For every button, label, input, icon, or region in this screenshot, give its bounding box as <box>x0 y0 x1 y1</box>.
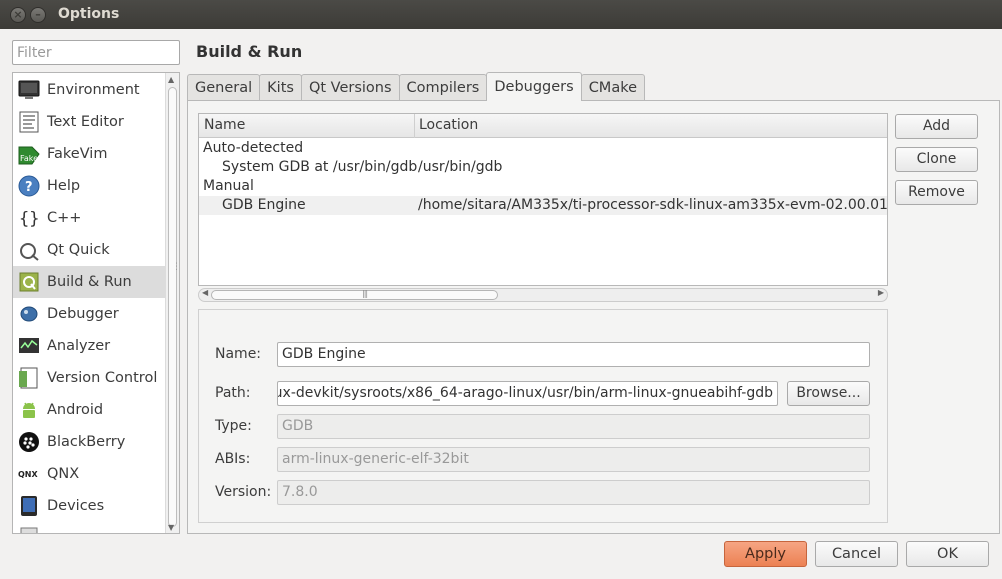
fakevim-icon: Fake <box>18 143 40 165</box>
category-item-qnx[interactable]: QNX QNX <box>13 458 165 490</box>
tab-general[interactable]: General <box>187 74 261 101</box>
tab-qt-versions[interactable]: Qt Versions <box>300 74 400 101</box>
scroll-left-icon[interactable]: ◀ <box>202 288 208 297</box>
debuggers-table: Name Location Auto-detected System GDB a… <box>198 113 888 286</box>
ok-button[interactable]: OK <box>906 541 989 567</box>
close-window-button[interactable]: × <box>10 7 26 23</box>
clone-button[interactable]: Clone <box>895 147 978 172</box>
path-label: Path: <box>215 385 251 401</box>
column-divider[interactable] <box>414 114 415 138</box>
category-item-cpp[interactable]: {} C++ <box>13 202 165 234</box>
table-row-group[interactable]: Manual <box>199 177 887 196</box>
tab-debuggers[interactable]: Debuggers <box>486 72 582 101</box>
analyzer-icon <box>18 335 40 357</box>
braces-icon: {} <box>18 207 40 229</box>
blackberry-icon <box>18 431 40 453</box>
table-row-group[interactable]: Auto-detected <box>199 139 887 158</box>
svg-text:Fake: Fake <box>20 154 38 163</box>
category-scroll-thumb[interactable] <box>168 87 177 527</box>
column-header-name[interactable]: Name <box>204 117 245 133</box>
version-label: Version: <box>215 484 272 500</box>
category-item-android[interactable]: Android <box>13 394 165 426</box>
qt-quick-icon <box>18 239 40 261</box>
title-bar: × – Options <box>0 0 1002 29</box>
name-label: Name: <box>215 346 262 362</box>
version-control-icon <box>18 367 40 389</box>
page-title: Build & Run <box>196 42 303 61</box>
build-run-icon <box>18 271 40 293</box>
type-label: Type: <box>215 418 252 434</box>
table-horizontal-scrollbar[interactable]: ◀ ||| ▶ <box>198 288 888 302</box>
tab-cmake[interactable]: CMake <box>580 74 646 101</box>
table-scroll-thumb[interactable]: ||| <box>211 289 498 300</box>
cancel-button[interactable]: Cancel <box>815 541 898 567</box>
text-document-icon <box>18 111 40 133</box>
table-row-selected[interactable]: GDB Engine /home/sitara/AM335x/ti-proces… <box>199 196 887 215</box>
category-item-fakevim[interactable]: Fake FakeVim <box>13 138 165 170</box>
scroll-down-icon[interactable]: ▼ <box>168 523 174 532</box>
android-icon <box>18 399 40 421</box>
filter-input[interactable] <box>12 40 180 65</box>
category-list: Environment Text Editor Fake FakeVim ? H… <box>12 72 180 534</box>
qnx-icon: QNX <box>18 463 40 485</box>
monitor-icon <box>18 79 40 101</box>
window-title: Options <box>58 6 120 22</box>
abis-label: ABIs: <box>215 451 251 467</box>
tab-kits[interactable]: Kits <box>259 74 302 101</box>
svg-text:{}: {} <box>19 209 39 229</box>
path-value: /home/sitara/AM335x/ti-processor-sdk-lin… <box>277 385 773 401</box>
help-icon: ? <box>18 175 40 197</box>
remove-button[interactable]: Remove <box>895 180 978 205</box>
category-item-help[interactable]: ? Help <box>13 170 165 202</box>
category-item-text-editor[interactable]: Text Editor <box>13 106 165 138</box>
table-header: Name Location <box>199 114 887 138</box>
path-field[interactable]: /home/sitara/AM335x/ti-processor-sdk-lin… <box>277 381 778 406</box>
grip-icon: ||| <box>362 289 368 298</box>
category-item-partial[interactable] <box>13 522 165 533</box>
devices-icon <box>18 495 40 517</box>
category-item-build-run[interactable]: Build & Run <box>13 266 165 298</box>
tab-bar: General Kits Qt Versions Compilers Debug… <box>187 72 646 101</box>
splitter-handle-icon[interactable]: ⋮ <box>172 262 181 272</box>
version-field: 7.8.0 <box>277 480 870 505</box>
name-field[interactable]: GDB Engine <box>277 342 870 367</box>
category-item-blackberry[interactable]: BlackBerry <box>13 426 165 458</box>
scroll-right-icon[interactable]: ▶ <box>878 288 884 297</box>
svg-text:QNX: QNX <box>18 470 38 479</box>
type-field: GDB <box>277 414 870 439</box>
svg-text:?: ? <box>25 180 33 195</box>
category-scrollbar[interactable]: ▲ ▼ <box>165 73 179 533</box>
minimize-window-button[interactable]: – <box>30 7 46 23</box>
category-item-devices[interactable]: Devices <box>13 490 165 522</box>
category-item-environment[interactable]: Environment <box>13 74 165 106</box>
document-icon <box>18 527 40 533</box>
scroll-up-icon[interactable]: ▲ <box>168 75 174 84</box>
apply-button[interactable]: Apply <box>724 541 807 567</box>
category-item-qt-quick[interactable]: Qt Quick <box>13 234 165 266</box>
debugger-icon <box>18 303 40 325</box>
category-item-analyzer[interactable]: Analyzer <box>13 330 165 362</box>
browse-button[interactable]: Browse... <box>787 381 870 406</box>
abis-field: arm-linux-generic-elf-32bit <box>277 447 870 472</box>
table-row[interactable]: System GDB at /usr/bin/gdb /usr/bin/gdb <box>199 158 887 177</box>
tab-compilers[interactable]: Compilers <box>398 74 488 101</box>
add-button[interactable]: Add <box>895 114 978 139</box>
column-header-location[interactable]: Location <box>419 117 478 133</box>
category-item-version-control[interactable]: Version Control <box>13 362 165 394</box>
category-item-debugger[interactable]: Debugger <box>13 298 165 330</box>
